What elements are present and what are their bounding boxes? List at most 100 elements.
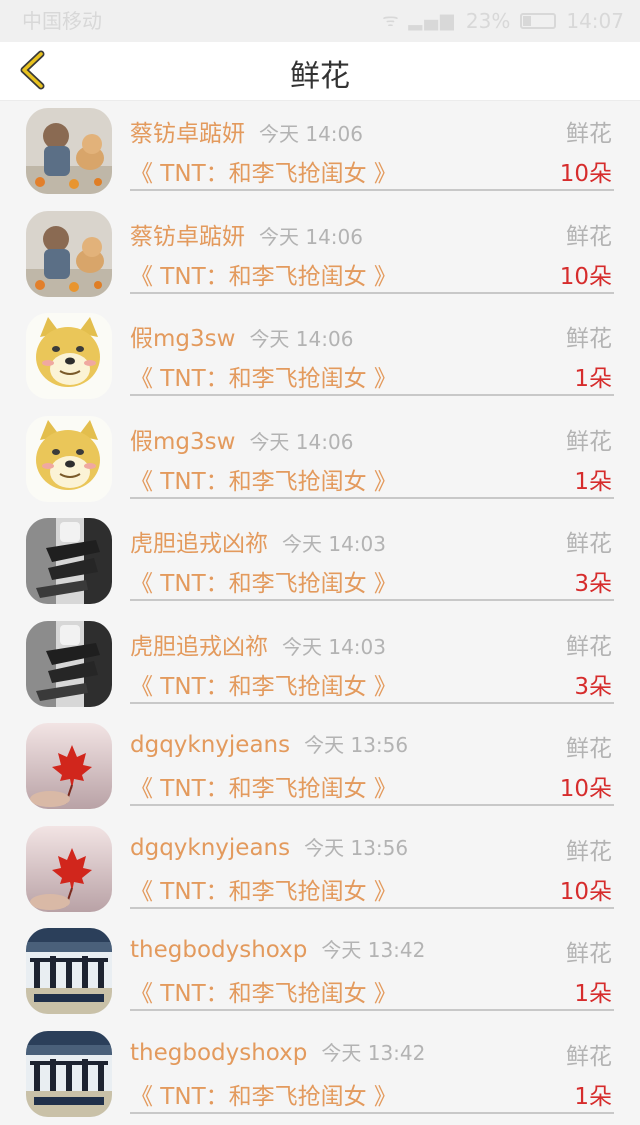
list-item[interactable]: dgqyknyjeans今天 13:56 鲜花 《 TNT：和李飞抢闺女 》 1… xyxy=(0,715,640,818)
gift-type: 鲜花 xyxy=(566,114,612,148)
avatar[interactable] xyxy=(26,723,112,809)
show-title-link[interactable]: 《 TNT：和李飞抢闺女 》 xyxy=(130,769,397,803)
send-time: 今天 14:06 xyxy=(259,122,363,146)
avatar[interactable] xyxy=(26,1031,112,1117)
gift-type: 鲜花 xyxy=(566,627,612,661)
sender-name-line: 虎胆追戎凶祢今天 14:03 xyxy=(130,524,386,558)
show-title-link[interactable]: 《 TNT：和李飞抢闺女 》 xyxy=(130,154,397,188)
send-time: 今天 13:56 xyxy=(304,733,408,757)
divider xyxy=(130,907,614,909)
send-time: 今天 14:03 xyxy=(282,635,386,659)
gift-type: 鲜花 xyxy=(566,217,612,251)
show-title-link[interactable]: 《 TNT：和李飞抢闺女 》 xyxy=(130,667,397,701)
sender-name: 蔡钫卓踮妍 xyxy=(130,121,245,147)
carrier-label: 中国移动 xyxy=(22,0,102,42)
sender-name: thegbodyshoxp xyxy=(130,1040,307,1066)
divider xyxy=(130,497,614,499)
send-time: 今天 14:06 xyxy=(249,430,353,454)
list-item[interactable]: 假mg3sw今天 14:06 鲜花 《 TNT：和李飞抢闺女 》 1朵 xyxy=(0,305,640,408)
avatar[interactable] xyxy=(26,313,112,399)
status-bar: 中国移动 ᯤ ▂▄▆ 23% 14:07 xyxy=(0,0,640,42)
sender-name-line: thegbodyshoxp 今天 13:42 xyxy=(130,1037,425,1066)
show-title-link[interactable]: 《 TNT：和李飞抢闺女 》 xyxy=(130,974,397,1008)
battery-percent: 23% xyxy=(466,0,510,42)
sender-name-line: 虎胆追戎凶祢今天 14:03 xyxy=(130,627,386,661)
sender-name-line: dgqyknyjeans 今天 13:56 xyxy=(130,832,408,861)
sender-name: 虎胆追戎凶祢 xyxy=(130,634,268,660)
gift-count: 10朵 xyxy=(560,769,612,803)
divider xyxy=(130,189,614,191)
gift-count: 1朵 xyxy=(574,1077,612,1111)
page-title: 鲜花 xyxy=(0,42,640,100)
divider xyxy=(130,394,614,396)
child-dog-photo-image xyxy=(26,211,112,297)
gift-type: 鲜花 xyxy=(566,934,612,968)
show-title-link[interactable]: 《 TNT：和李飞抢闺女 》 xyxy=(130,1077,397,1111)
divider xyxy=(130,1112,614,1114)
avatar[interactable] xyxy=(26,928,112,1014)
list-item[interactable]: thegbodyshoxp今天 13:42 鲜花 《 TNT：和李飞抢闺女 》 … xyxy=(0,920,640,1023)
gift-count: 3朵 xyxy=(574,667,612,701)
gift-count: 10朵 xyxy=(560,872,612,906)
gift-type: 鲜花 xyxy=(566,422,612,456)
sender-name: 假mg3sw xyxy=(130,326,235,352)
divider xyxy=(130,1009,614,1011)
sender-name: 虎胆追戎凶祢 xyxy=(130,531,268,557)
list-item[interactable]: 虎胆追戎凶祢今天 14:03 鲜花 《 TNT：和李飞抢闺女 》 3朵 xyxy=(0,613,640,716)
sender-name: 蔡钫卓踮妍 xyxy=(130,224,245,250)
list-item[interactable]: 虎胆追戎凶祢今天 14:03 鲜花 《 TNT：和李飞抢闺女 》 3朵 xyxy=(0,510,640,613)
gift-count: 10朵 xyxy=(560,257,612,291)
avatar[interactable] xyxy=(26,621,112,707)
show-title-link[interactable]: 《 TNT：和李飞抢闺女 》 xyxy=(130,564,397,598)
sender-name: dgqyknyjeans xyxy=(130,835,290,861)
beach-group-photo-image xyxy=(26,928,112,1014)
gift-type: 鲜花 xyxy=(566,524,612,558)
sender-name-line: 蔡钫卓踮妍今天 14:06 xyxy=(130,217,363,251)
gift-type: 鲜花 xyxy=(566,729,612,763)
gift-type: 鲜花 xyxy=(566,319,612,353)
show-title-link[interactable]: 《 TNT：和李飞抢闺女 》 xyxy=(130,257,397,291)
sender-name-line: 假mg3sw 今天 14:06 xyxy=(130,422,353,456)
avatar[interactable] xyxy=(26,108,112,194)
list-item[interactable]: 蔡钫卓踮妍今天 14:06 鲜花 《 TNT：和李飞抢闺女 》 10朵 xyxy=(0,100,640,203)
divider xyxy=(130,702,614,704)
list-item[interactable]: dgqyknyjeans 今天 13:56 鲜花 《 TNT：和李飞抢闺女 》 1… xyxy=(0,818,640,921)
gift-count: 1朵 xyxy=(574,359,612,393)
nav-bar: 鲜花 xyxy=(0,42,640,101)
divider xyxy=(130,599,614,601)
signal-icon: ᯤ ▂▄▆ xyxy=(382,0,456,42)
clock: 14:07 xyxy=(566,0,624,42)
send-time: 今天 13:56 xyxy=(304,836,408,860)
child-dog-photo-image xyxy=(26,108,112,194)
gift-type: 鲜花 xyxy=(566,1037,612,1071)
sender-name-line: dgqyknyjeans今天 13:56 xyxy=(130,729,408,758)
avatar[interactable] xyxy=(26,416,112,502)
send-time: 今天 13:42 xyxy=(321,1041,425,1065)
list-item[interactable]: 蔡钫卓踮妍今天 14:06 鲜花 《 TNT：和李飞抢闺女 》 10朵 xyxy=(0,203,640,306)
gift-type: 鲜花 xyxy=(566,832,612,866)
avatar[interactable] xyxy=(26,826,112,912)
doge-cartoon-image xyxy=(26,313,112,399)
status-icons: ᯤ ▂▄▆ 23% 14:07 xyxy=(382,0,624,42)
sender-name-line: 蔡钫卓踮妍今天 14:06 xyxy=(130,114,363,148)
avatar[interactable] xyxy=(26,518,112,604)
beach-group-photo-image xyxy=(26,1031,112,1117)
sender-name: thegbodyshoxp xyxy=(130,937,307,963)
gift-count: 1朵 xyxy=(574,974,612,1008)
maple-leaf-photo-image xyxy=(26,826,112,912)
sender-name: 假mg3sw xyxy=(130,429,235,455)
divider xyxy=(130,804,614,806)
send-time: 今天 14:03 xyxy=(282,532,386,556)
gift-record-list: 蔡钫卓踮妍今天 14:06 鲜花 《 TNT：和李飞抢闺女 》 10朵 蔡钫卓踮… xyxy=(0,100,640,1125)
send-time: 今天 14:06 xyxy=(259,225,363,249)
show-title-link[interactable]: 《 TNT：和李飞抢闺女 》 xyxy=(130,872,397,906)
show-title-link[interactable]: 《 TNT：和李飞抢闺女 》 xyxy=(130,462,397,496)
list-item[interactable]: 假mg3sw 今天 14:06 鲜花 《 TNT：和李飞抢闺女 》 1朵 xyxy=(0,408,640,511)
show-title-link[interactable]: 《 TNT：和李飞抢闺女 》 xyxy=(130,359,397,393)
sender-name-line: 假mg3sw今天 14:06 xyxy=(130,319,353,353)
avatar[interactable] xyxy=(26,211,112,297)
gift-count: 1朵 xyxy=(574,462,612,496)
battery-icon xyxy=(520,13,556,29)
maple-leaf-photo-image xyxy=(26,723,112,809)
send-time: 今天 13:42 xyxy=(321,938,425,962)
